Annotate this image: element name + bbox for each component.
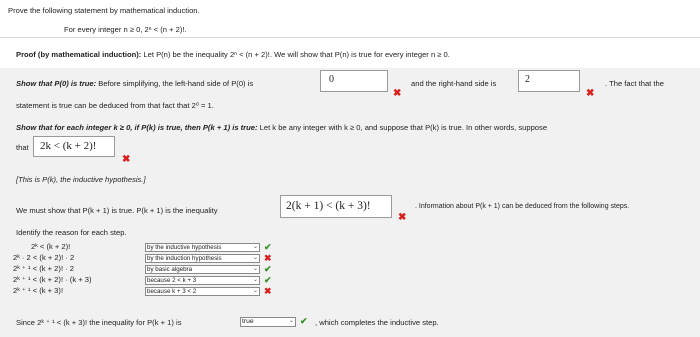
- inductive-step-bold: Show that for each integer k ≥ 0, if P(k…: [16, 123, 258, 132]
- reason-value-3: by basic algebra: [147, 266, 193, 273]
- step-3-correct-icon: ✔: [264, 264, 272, 274]
- step-expr-3: 2ᵏ ⁺ ¹ < (k + 2)! · 2: [13, 264, 75, 273]
- chevron-down-icon: ⌄: [252, 244, 258, 250]
- statement-text: For every integer n ≥ 0, 2ⁿ < (n + 2)!.: [64, 25, 187, 34]
- lhs-answer-field[interactable]: 0: [320, 70, 388, 92]
- base-case-line2: statement is true can be deduced from th…: [16, 101, 214, 110]
- base-case-rest: Before simplifying, the left-hand side o…: [96, 79, 254, 88]
- lhs-wrong-icon: ✖: [393, 88, 402, 99]
- reason-dropdown-5[interactable]: because k + 3 < 2 ⌄: [145, 287, 260, 296]
- step-5-wrong-icon: ✖: [264, 286, 272, 296]
- since-text: Since 2ᵏ ⁺ ¹ < (k + 3)! the inequality f…: [16, 318, 182, 327]
- step-1-correct-icon: ✔: [264, 242, 272, 252]
- identify-text: Identify the reason for each step.: [16, 228, 127, 237]
- step-expr-2: 2ᵏ · 2 < (k + 2)! · 2: [13, 253, 75, 262]
- proof-intro-bold: Proof (by mathematical induction):: [16, 50, 142, 59]
- base-case-middle: and the right-hand side is: [411, 79, 497, 88]
- reason-value-1: by the inductive hypothesis: [147, 244, 222, 251]
- proof-intro: Proof (by mathematical induction): Let P…: [16, 50, 450, 59]
- conclusion-dropdown[interactable]: true ⌄: [240, 317, 296, 327]
- must-show-text: We must show that P(k + 1) is true. P(k …: [16, 206, 218, 215]
- chevron-down-icon: ⌄: [252, 288, 258, 294]
- reason-dropdown-2[interactable]: by the induction hypothesis ⌄: [145, 254, 260, 263]
- reason-value-5: because k + 3 < 2: [147, 288, 197, 295]
- base-case-trail: . The fact that the: [605, 79, 664, 88]
- reason-dropdown-4[interactable]: because 2 < k + 3 ⌄: [145, 276, 260, 285]
- instruction-text: Prove the following statement by mathema…: [8, 6, 200, 15]
- rhs-wrong-icon: ✖: [586, 88, 595, 99]
- step-expr-4: 2ᵏ ⁺ ¹ < (k + 2)! · (k + 3): [13, 275, 92, 284]
- inductive-hypothesis-field[interactable]: 2k < (k + 2)!: [33, 136, 115, 157]
- step-expr-5: 2ᵏ ⁺ ¹ < (k + 3)!: [13, 286, 64, 295]
- reason-value-2: by the induction hypothesis: [147, 255, 222, 262]
- chevron-down-icon: ⌄: [288, 318, 294, 324]
- since-post-text: , which completes the inductive step.: [315, 318, 439, 327]
- hypothesis-note: [This is P(k), the inductive hypothesis.…: [16, 175, 146, 184]
- step-4-correct-icon: ✔: [264, 275, 272, 285]
- base-case-text: Show that P(0) is true: Before simplifyi…: [16, 79, 253, 88]
- inductive-step-rest: Let k be any integer with k ≥ 0, and sup…: [257, 123, 548, 132]
- step-expr-1: 2ᵏ < (k + 2)!: [31, 242, 71, 251]
- pk1-wrong-icon: ✖: [398, 212, 407, 223]
- chevron-down-icon: ⌄: [252, 255, 258, 261]
- reason-value-4: because 2 < k + 3: [147, 277, 197, 284]
- info-text: . Information about P(k + 1) can be dedu…: [415, 203, 630, 210]
- reason-dropdown-3[interactable]: by basic algebra ⌄: [145, 265, 260, 274]
- inductive-step-text: Show that for each integer k ≥ 0, if P(k…: [16, 123, 547, 132]
- step-2-wrong-icon: ✖: [264, 253, 272, 263]
- reason-dropdown-1[interactable]: by the inductive hypothesis ⌄: [145, 243, 260, 252]
- pk1-inequality-field[interactable]: 2(k + 1) < (k + 3)!: [280, 195, 392, 218]
- rhs-answer-field[interactable]: 2: [518, 70, 580, 92]
- chevron-down-icon: ⌄: [252, 266, 258, 272]
- conclusion-correct-icon: ✔: [300, 316, 308, 326]
- base-case-bold: Show that P(0) is true:: [16, 79, 97, 88]
- conclusion-value: true: [242, 318, 254, 325]
- chevron-down-icon: ⌄: [252, 277, 258, 283]
- that-label: that: [16, 143, 29, 152]
- proof-intro-rest: Let P(n) be the inequality 2ⁿ < (n + 2)!…: [141, 50, 450, 59]
- hypothesis-wrong-icon: ✖: [122, 154, 131, 165]
